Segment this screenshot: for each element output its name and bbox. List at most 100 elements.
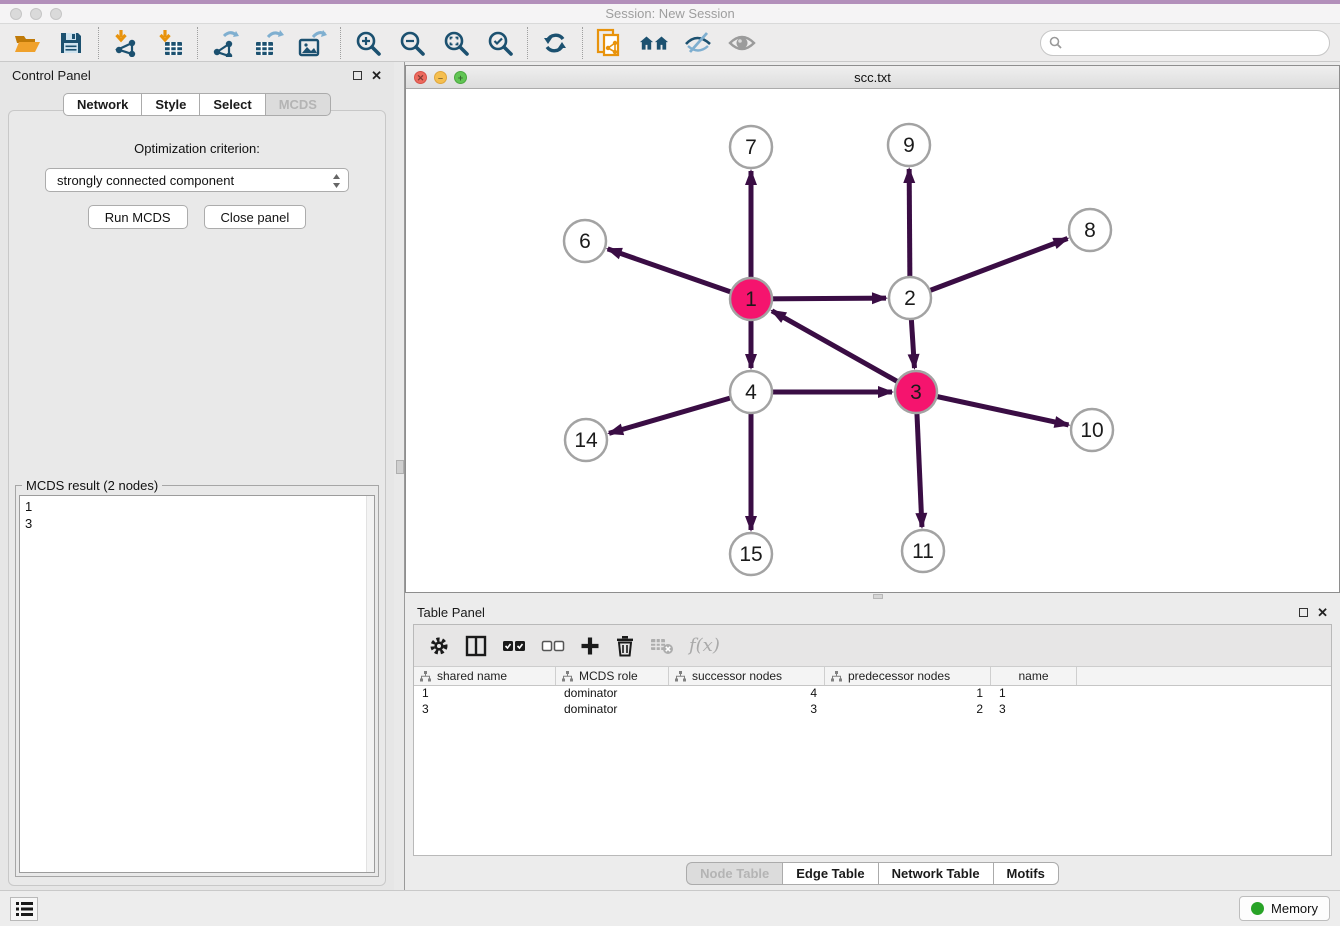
column-header-shared-name[interactable]: shared name — [414, 667, 556, 685]
network-window-titlebar: ✕ – + scc.txt — [406, 66, 1339, 89]
horizontal-splitter[interactable] — [405, 593, 1340, 600]
cell-name[interactable]: 1 — [991, 686, 1077, 702]
network-canvas[interactable]: 7968124314101511 — [406, 90, 1339, 592]
table-row[interactable]: 1dominator411 — [414, 686, 1331, 702]
node-label-7: 7 — [745, 136, 757, 159]
table-panel-tabs: Node TableEdge TableNetwork TableMotifs — [405, 856, 1340, 890]
zoom-fit-icon[interactable] — [441, 29, 471, 57]
splitter-grip[interactable] — [396, 460, 404, 474]
clone-network-icon[interactable] — [595, 29, 625, 57]
export-image-icon[interactable] — [298, 29, 328, 57]
close-panel-icon[interactable]: ✕ — [1317, 606, 1328, 619]
add-column-icon[interactable] — [580, 636, 600, 656]
import-table-icon[interactable] — [155, 29, 185, 57]
cell-mcds-role[interactable]: dominator — [556, 702, 669, 718]
import-network-icon[interactable] — [111, 29, 141, 57]
memory-button[interactable]: Memory — [1239, 896, 1330, 921]
window-titlebar: Session: New Session — [0, 0, 1340, 24]
cell-shared-name[interactable]: 1 — [414, 686, 556, 702]
column-header-predecessor-nodes[interactable]: predecessor nodes — [825, 667, 991, 685]
export-network-icon[interactable] — [210, 29, 240, 57]
cell-predecessor-nodes[interactable]: 1 — [825, 686, 991, 702]
float-panel-icon[interactable] — [1299, 608, 1308, 617]
deselect-all-icon[interactable] — [541, 639, 565, 653]
memory-status-icon — [1251, 902, 1264, 915]
window-title: Session: New Session — [0, 6, 1340, 21]
optimization-label: Optimization criterion: — [9, 141, 385, 156]
table-row[interactable]: 3dominator323 — [414, 702, 1331, 718]
hierarchy-icon — [562, 671, 573, 682]
edge-1-6[interactable] — [608, 249, 751, 299]
tab-network[interactable]: Network — [63, 93, 141, 116]
tab-node-table[interactable]: Node Table — [686, 862, 782, 885]
tab-select[interactable]: Select — [199, 93, 264, 116]
mcds-result-title: MCDS result (2 nodes) — [22, 478, 162, 493]
edge-2-8[interactable] — [910, 238, 1068, 298]
vertical-splitter[interactable] — [394, 62, 405, 890]
hide-panels-icon[interactable] — [683, 29, 713, 57]
run-mcds-button[interactable]: Run MCDS — [88, 205, 188, 229]
memory-label: Memory — [1271, 901, 1318, 916]
tab-mcds[interactable]: MCDS — [265, 93, 331, 116]
network-title: scc.txt — [406, 70, 1339, 85]
task-history-button[interactable] — [10, 897, 38, 921]
first-neighbors-icon[interactable] — [639, 29, 669, 57]
cell-mcds-role[interactable]: dominator — [556, 686, 669, 702]
table-panel: Table Panel ✕ — [405, 600, 1340, 890]
tab-network-table[interactable]: Network Table — [878, 862, 993, 885]
list-icon — [16, 902, 33, 916]
mcds-result-text[interactable]: 1 3 — [19, 495, 375, 873]
table-settings-icon[interactable] — [428, 635, 450, 657]
float-panel-icon[interactable] — [353, 71, 362, 80]
table-body: 1dominator4113dominator323 — [414, 686, 1331, 855]
column-header-name[interactable]: name — [991, 667, 1077, 685]
column-header-successor-nodes[interactable]: successor nodes — [669, 667, 825, 685]
tab-style[interactable]: Style — [141, 93, 199, 116]
edge-3-1[interactable] — [772, 311, 916, 392]
open-folder-icon[interactable] — [12, 29, 42, 57]
zoom-in-icon[interactable] — [353, 29, 383, 57]
export-table-icon[interactable] — [254, 29, 284, 57]
cell-predecessor-nodes[interactable]: 2 — [825, 702, 991, 718]
tab-edge-table[interactable]: Edge Table — [782, 862, 877, 885]
search-field-wrap — [1040, 30, 1330, 56]
tab-motifs[interactable]: Motifs — [993, 862, 1059, 885]
criterion-value: strongly connected component — [57, 173, 234, 188]
zoom-out-icon[interactable] — [397, 29, 427, 57]
node-label-15: 15 — [739, 543, 762, 566]
apply-function-icon: f(x) — [689, 635, 720, 656]
column-header-mcds-role[interactable]: MCDS role — [556, 667, 669, 685]
node-label-3: 3 — [910, 381, 922, 404]
edge-3-10[interactable] — [916, 392, 1069, 425]
mcds-panel: Optimization criterion: strongly connect… — [8, 110, 386, 886]
select-all-icon[interactable] — [502, 639, 526, 653]
close-panel-icon[interactable]: ✕ — [371, 69, 382, 82]
cell-successor-nodes[interactable]: 3 — [669, 702, 825, 718]
save-icon[interactable] — [56, 29, 86, 57]
node-label-6: 6 — [579, 230, 591, 253]
search-input[interactable] — [1040, 30, 1330, 56]
result-scrollbar[interactable] — [366, 496, 374, 872]
table-panel-title: Table Panel — [417, 605, 485, 620]
show-graphics-details-icon[interactable] — [727, 29, 757, 57]
zoom-selected-icon[interactable] — [485, 29, 515, 57]
cell-shared-name[interactable]: 3 — [414, 702, 556, 718]
node-label-1: 1 — [745, 288, 757, 311]
mcds-result-group: MCDS result (2 nodes) 1 3 — [15, 485, 379, 877]
window-accent-strip — [0, 0, 1340, 4]
close-panel-button[interactable]: Close panel — [204, 205, 307, 229]
network-graph: 7968124314101511 — [406, 90, 1339, 593]
control-panel-tabs: NetworkStyleSelectMCDS — [0, 93, 394, 116]
splitter-grip[interactable] — [873, 594, 883, 599]
cell-successor-nodes[interactable]: 4 — [669, 686, 825, 702]
application-window: Session: New Session — [0, 0, 1340, 926]
refresh-layout-icon[interactable] — [540, 29, 570, 57]
criterion-select[interactable]: strongly connected component — [45, 168, 349, 192]
node-label-4: 4 — [745, 381, 757, 404]
control-panel-title: Control Panel — [12, 68, 91, 83]
table-header-row: shared nameMCDS rolesuccessor nodesprede… — [414, 667, 1331, 686]
delete-column-icon[interactable] — [615, 635, 635, 657]
column-layout-icon[interactable] — [465, 635, 487, 657]
select-stepper-icon — [332, 173, 341, 192]
cell-name[interactable]: 3 — [991, 702, 1077, 718]
